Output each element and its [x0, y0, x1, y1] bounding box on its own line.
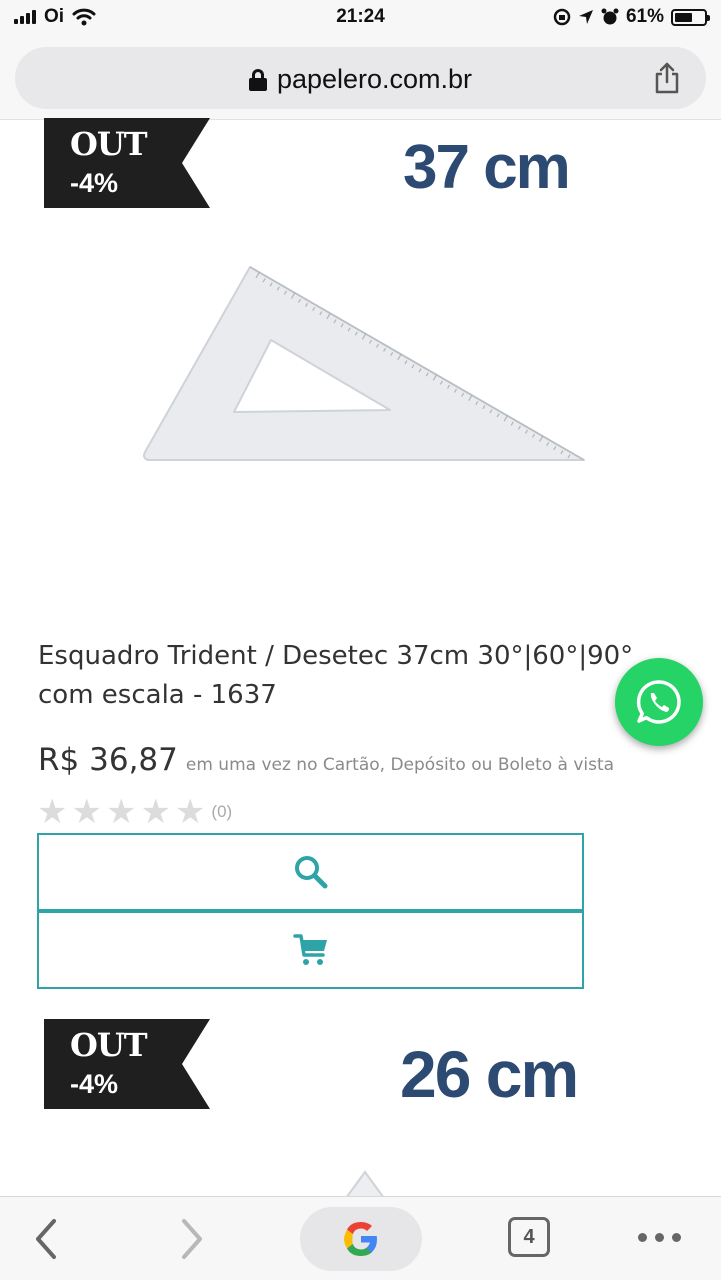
google-icon — [344, 1222, 377, 1256]
address-bar[interactable]: papelero.com.br — [15, 47, 706, 109]
more-menu-icon[interactable] — [638, 1233, 681, 1242]
lock-icon — [248, 68, 267, 91]
star-icon: ★ — [174, 793, 206, 831]
search-icon — [294, 856, 327, 889]
location-icon — [578, 10, 593, 24]
product-size-label: 26 cm — [400, 1037, 579, 1111]
rating-stars: ★ ★ ★ ★ ★ (0) — [37, 795, 232, 829]
product-title[interactable]: Esquadro Trident / Desetec 37cm 30°|60°|… — [38, 637, 658, 715]
status-right: 61% — [553, 6, 710, 28]
back-icon[interactable] — [30, 1217, 62, 1261]
review-count: (0) — [211, 802, 233, 821]
badge-status: OUT — [70, 125, 148, 163]
badge-discount: -4% — [70, 1069, 119, 1099]
price-row: R$ 36,87 em uma vez no Cartão, Depósito … — [38, 742, 614, 778]
add-to-cart-button[interactable] — [37, 911, 584, 989]
product-image-peek — [344, 1170, 386, 1198]
cart-icon — [292, 934, 327, 965]
battery-icon — [671, 8, 710, 26]
screen-lock-icon — [553, 8, 571, 26]
status-bar: Oi 21:24 61% — [0, 0, 721, 38]
price-note: em uma vez no Cartão, Depósito ou Boleto… — [185, 755, 615, 775]
battery-percent: 61% — [625, 6, 664, 27]
badge-status: OUT — [70, 1026, 148, 1064]
tabs-button[interactable]: 4 — [508, 1217, 550, 1257]
google-search-button[interactable] — [300, 1207, 422, 1271]
set-square-image — [143, 266, 585, 461]
alarm-icon — [601, 8, 619, 25]
browser-toolbar: 4 — [0, 1196, 721, 1280]
out-of-stock-badge: OUT -4% — [44, 118, 210, 208]
star-icon: ★ — [71, 793, 102, 831]
url-text: papelero.com.br — [276, 64, 473, 94]
product-price: R$ 36,87 — [38, 742, 178, 778]
out-of-stock-badge: OUT -4% — [44, 1019, 210, 1109]
star-icon: ★ — [37, 793, 68, 831]
whatsapp-button[interactable] — [615, 658, 703, 746]
product-image[interactable] — [138, 262, 590, 468]
whatsapp-icon — [636, 680, 681, 724]
badge-discount: -4% — [70, 168, 119, 198]
quick-view-button[interactable] — [37, 833, 584, 911]
star-icon: ★ — [105, 793, 137, 831]
browser-address-area: papelero.com.br — [0, 38, 721, 120]
star-icon: ★ — [140, 793, 171, 831]
forward-icon[interactable] — [176, 1217, 208, 1261]
share-icon[interactable] — [650, 61, 684, 95]
product-size-label: 37 cm — [403, 133, 571, 202]
